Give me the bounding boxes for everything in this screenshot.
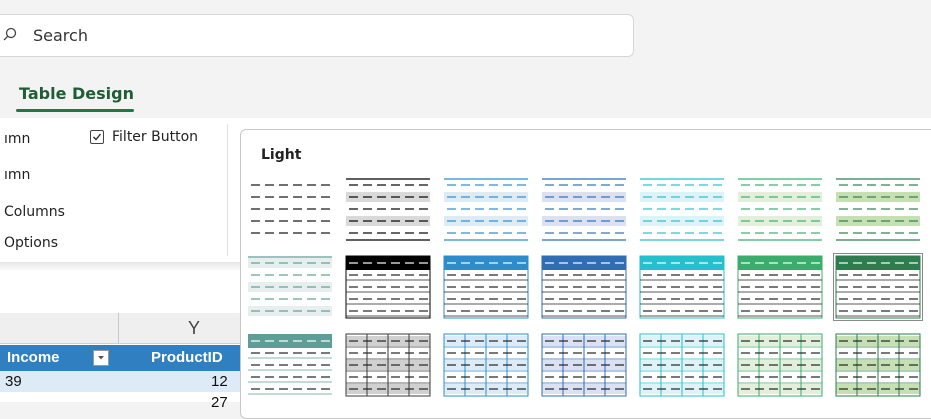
cell-productid[interactable]: 12 bbox=[211, 373, 228, 390]
table-style-swatch[interactable] bbox=[344, 332, 432, 398]
gallery-section-light: Light bbox=[261, 147, 302, 163]
tab-selected-indicator bbox=[16, 109, 134, 112]
chevron-down-icon bbox=[98, 356, 104, 360]
table-style-swatch[interactable] bbox=[246, 176, 334, 242]
table-style-swatch[interactable] bbox=[344, 176, 432, 242]
table-row bbox=[0, 371, 240, 392]
header-income[interactable]: Income bbox=[7, 349, 60, 366]
table-style-swatch[interactable] bbox=[540, 254, 628, 320]
column-header-y[interactable]: Y bbox=[188, 318, 200, 339]
table-style-swatch[interactable] bbox=[246, 254, 334, 320]
table-style-swatch[interactable] bbox=[638, 176, 726, 242]
column-divider bbox=[118, 313, 119, 343]
filter-button-label[interactable]: Filter Button bbox=[112, 129, 198, 145]
option-last-column[interactable]: ımn bbox=[4, 167, 30, 183]
group-label-table-style-options: Options bbox=[4, 235, 59, 251]
table-style-swatch[interactable] bbox=[442, 332, 530, 398]
table-style-swatch[interactable] bbox=[442, 254, 530, 320]
cell-income[interactable]: 39 bbox=[5, 373, 22, 390]
search-icon bbox=[3, 27, 17, 41]
table-style-swatch[interactable] bbox=[833, 253, 923, 321]
table-style-swatch[interactable] bbox=[442, 176, 530, 242]
tab-table-design[interactable]: Table Design bbox=[19, 84, 134, 103]
table-style-swatch[interactable] bbox=[736, 254, 824, 320]
table-style-swatch[interactable] bbox=[638, 332, 726, 398]
table-style-swatch[interactable] bbox=[638, 254, 726, 320]
table-style-swatch[interactable] bbox=[246, 332, 334, 398]
cell-productid[interactable]: 27 bbox=[211, 394, 228, 411]
checkmark-icon bbox=[93, 133, 102, 141]
ribbon-separator bbox=[227, 124, 228, 256]
table-style-swatch[interactable] bbox=[736, 176, 824, 242]
table-style-swatch[interactable] bbox=[736, 332, 824, 398]
table-style-swatch[interactable] bbox=[540, 332, 628, 398]
search-box[interactable]: Search bbox=[0, 14, 634, 57]
table-style-swatch[interactable] bbox=[834, 332, 922, 398]
column-header-bar bbox=[0, 313, 240, 344]
search-placeholder: Search bbox=[33, 26, 88, 45]
filter-dropdown-button[interactable] bbox=[93, 350, 109, 366]
filter-button-checkbox[interactable] bbox=[90, 130, 104, 144]
table-style-swatch[interactable] bbox=[344, 254, 432, 320]
table-style-swatch[interactable] bbox=[540, 176, 628, 242]
header-productid[interactable]: ProductID bbox=[151, 349, 223, 366]
option-banded-columns[interactable]: Columns bbox=[4, 204, 65, 220]
table-style-swatch[interactable] bbox=[834, 176, 922, 242]
option-first-column[interactable]: ımn bbox=[4, 131, 30, 147]
